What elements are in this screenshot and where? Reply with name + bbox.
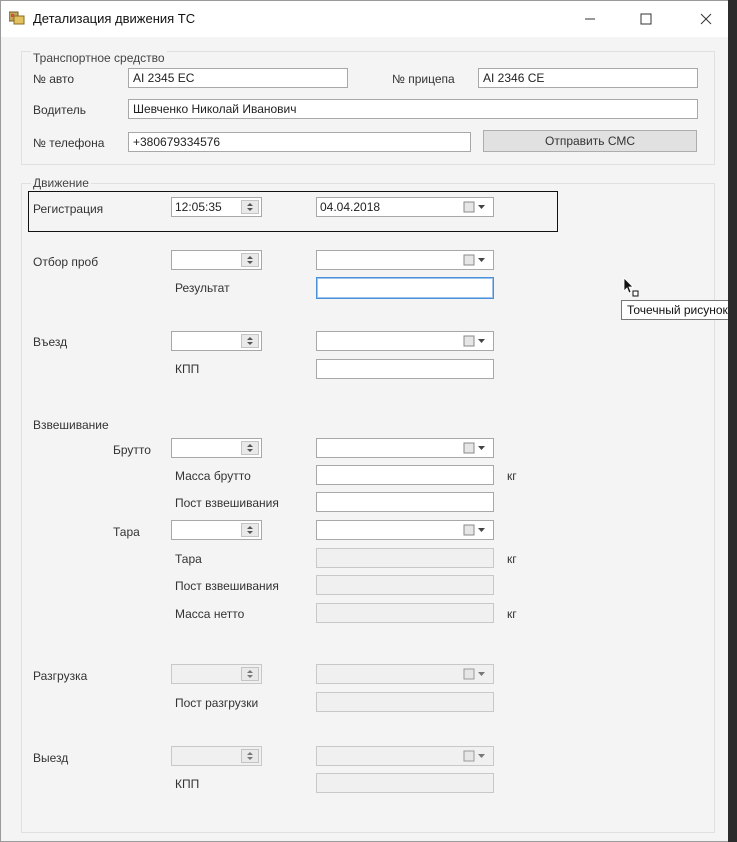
spin-updown-icon: [247, 670, 253, 678]
tare-unit: кг: [507, 552, 517, 566]
net-mass-label: Масса нетто: [175, 607, 245, 621]
spin-updown-icon: [247, 752, 253, 760]
tooltip: Точечный рисунок: [621, 300, 734, 320]
gross-time-picker[interactable]: [171, 438, 262, 458]
calendar-dropdown-icon[interactable]: [463, 524, 487, 536]
auto-number-label: № авто: [33, 72, 75, 86]
unloading-post-field: [316, 692, 494, 712]
background-strip: [728, 0, 737, 842]
spin-arrows[interactable]: [241, 253, 259, 267]
tare-label: Тара: [113, 525, 140, 539]
unloading-time-picker: [171, 664, 262, 684]
tare-time-picker[interactable]: [171, 520, 262, 540]
weighing-label: Взвешивание: [33, 418, 109, 432]
calendar-dropdown-icon: [463, 750, 485, 762]
net-mass-field: [316, 603, 494, 623]
exit-time-picker: [171, 746, 262, 766]
main-window: Детализация движения ТС Транспортное сре…: [0, 0, 734, 842]
spin-arrows[interactable]: [241, 523, 259, 537]
net-mass-unit: кг: [507, 607, 517, 621]
sampling-date-picker[interactable]: [316, 250, 494, 270]
gross-mass-label: Масса брутто: [175, 469, 251, 483]
tare-post-label: Пост взвешивания: [175, 579, 279, 593]
gross-mass-field[interactable]: [316, 465, 494, 485]
tare-post-field: [316, 575, 494, 595]
minimize-button[interactable]: [567, 1, 613, 37]
maximize-button[interactable]: [623, 1, 669, 37]
entry-checkpoint-label: КПП: [175, 362, 200, 376]
sampling-time-picker[interactable]: [171, 250, 262, 270]
entry-date-picker[interactable]: [316, 331, 494, 351]
window-title: Детализация движения ТС: [33, 11, 196, 26]
close-button[interactable]: [683, 1, 729, 37]
entry-checkpoint-field[interactable]: [316, 359, 494, 379]
exit-date-picker: [316, 746, 494, 766]
selection-highlight: [28, 191, 558, 232]
sampling-label: Отбор проб: [33, 255, 99, 269]
tare-value-field: [316, 548, 494, 568]
form-client-area: Транспортное средство № авто AI 2345 EC …: [1, 37, 734, 841]
tare-value-label: Тара: [175, 552, 202, 566]
gross-label: Брутто: [113, 443, 151, 457]
driver-label: Водитель: [33, 103, 87, 117]
sampling-result-label: Результат: [175, 281, 230, 295]
movement-group-label: Движение: [31, 176, 91, 190]
calendar-dropdown-icon: [463, 668, 485, 680]
calendar-dropdown-icon[interactable]: [463, 442, 487, 454]
maximize-icon: [640, 13, 652, 25]
spin-updown-icon: [247, 444, 253, 452]
trailer-number-label: № прицепа: [392, 72, 455, 86]
exit-checkpoint-label: КПП: [175, 777, 200, 791]
gross-mass-unit: кг: [507, 469, 517, 483]
sampling-result-field[interactable]: [316, 277, 494, 299]
calendar-dropdown-icon[interactable]: [463, 335, 487, 347]
send-sms-button[interactable]: Отправить СМС: [483, 130, 697, 152]
mouse-pointer-icon: [623, 277, 639, 297]
spin-updown-icon: [247, 256, 253, 264]
spin-arrows[interactable]: [241, 334, 259, 348]
trailer-number-field[interactable]: AI 2346 CE: [478, 68, 698, 88]
gross-post-label: Пост взвешивания: [175, 496, 279, 510]
unloading-label: Разгрузка: [33, 669, 88, 683]
exit-checkpoint-field: [316, 773, 494, 793]
unloading-date-picker: [316, 664, 494, 684]
spin-updown-icon: [247, 526, 253, 534]
unloading-post-label: Пост разгрузки: [175, 696, 259, 710]
entry-time-picker[interactable]: [171, 331, 262, 351]
minimize-icon: [585, 18, 595, 20]
spin-arrows[interactable]: [241, 441, 259, 455]
driver-field[interactable]: Шевченко Николай Иванович: [128, 99, 698, 119]
spin-arrows: [241, 667, 259, 681]
tare-date-picker[interactable]: [316, 520, 494, 540]
exit-label: Выезд: [33, 751, 69, 765]
auto-number-field[interactable]: AI 2345 EC: [128, 68, 348, 88]
entry-label: Въезд: [33, 335, 68, 349]
phone-label: № телефона: [33, 136, 105, 150]
vehicle-group-label: Транспортное средство: [31, 51, 167, 65]
gross-post-field[interactable]: [316, 492, 494, 512]
title-bar[interactable]: Детализация движения ТС: [1, 1, 729, 37]
spin-updown-icon: [247, 337, 253, 345]
phone-field[interactable]: +380679334576: [128, 132, 471, 152]
spin-arrows: [241, 749, 259, 763]
app-icon: [9, 11, 25, 25]
close-icon: [700, 13, 712, 25]
gross-date-picker[interactable]: [316, 438, 494, 458]
calendar-dropdown-icon[interactable]: [463, 254, 487, 266]
